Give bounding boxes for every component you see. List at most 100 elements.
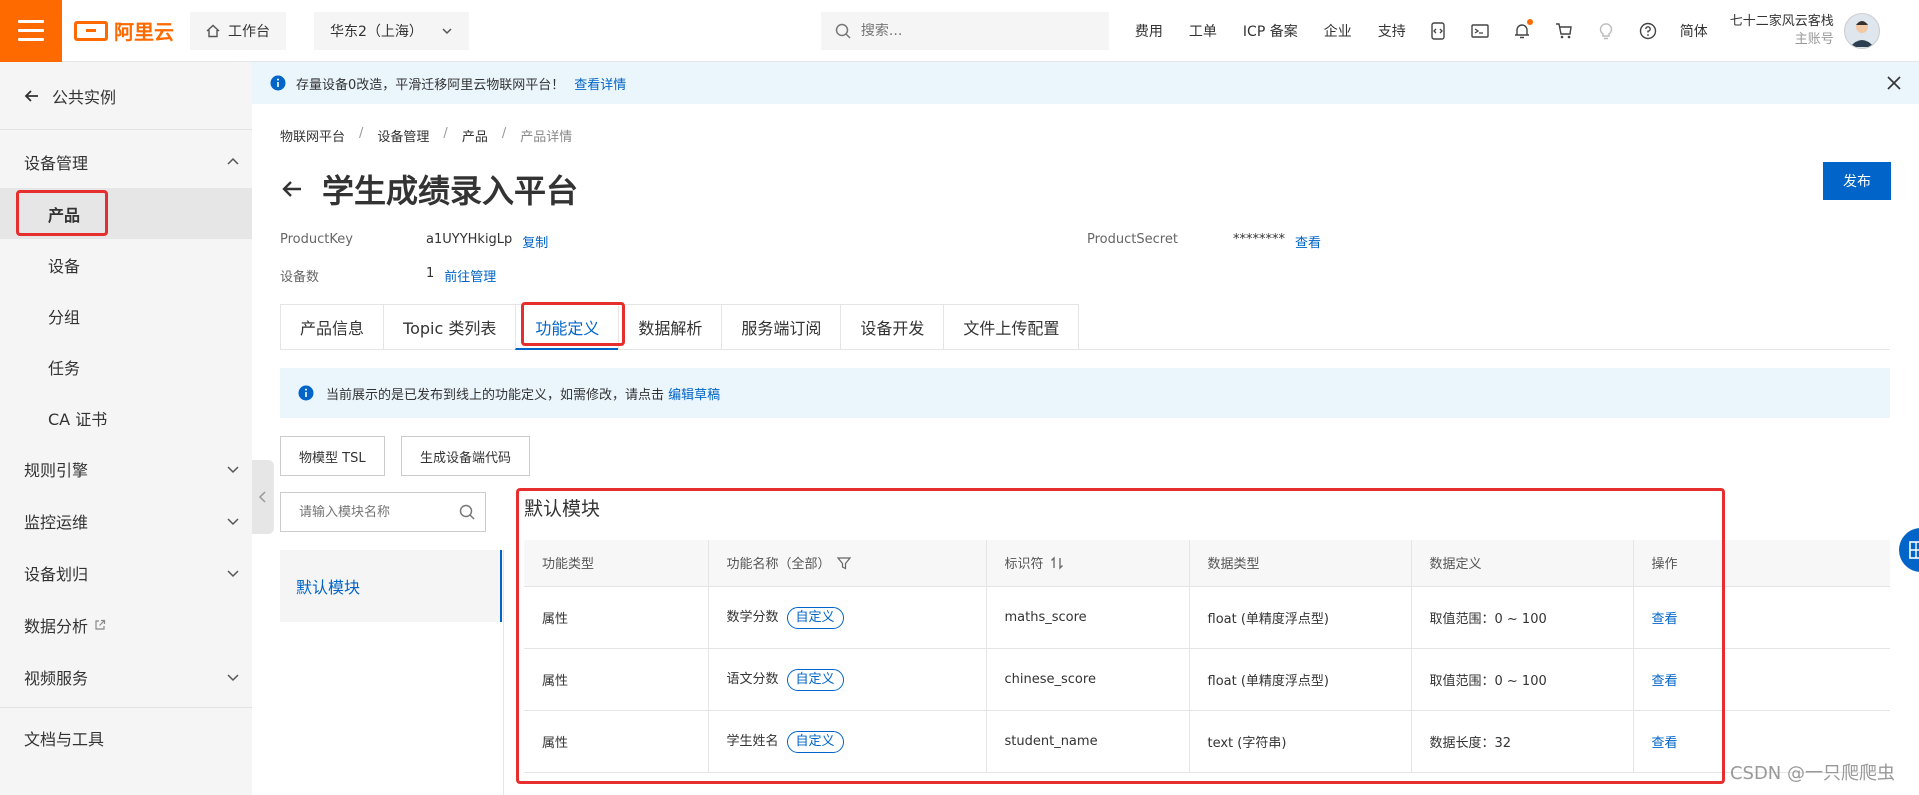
cell-type: 属性 [524,710,709,773]
sidebar-group-label-wrap: 数据分析 [24,613,106,637]
avatar[interactable] [1843,12,1880,49]
table-row: 属性 数学分数 自定义 maths_score float (单精度浮点型) 取值… [524,586,1890,649]
sidebar-group-video[interactable]: 视频服务 [0,651,252,703]
notice-link[interactable]: 查看详情 [574,74,626,93]
breadcrumb: 物联网平台 / 设备管理 / 产品 / 产品详情 [280,126,572,145]
cell-name-text: 数学分数 [726,609,779,625]
sidebar-item-ca-cert[interactable]: CA 证书 [0,392,252,443]
module-title: 默认模块 [524,498,601,520]
sidebar-group-rule-engine[interactable]: 规则引擎 [0,443,252,495]
chevron-down-icon [442,27,452,34]
tsl-button[interactable]: 物模型 TSL [280,436,385,476]
tab-device-development[interactable]: 设备开发 [840,304,944,350]
module-item-default[interactable]: 默认模块 [280,550,502,622]
sidebar-item-task[interactable]: 任务 [0,341,252,392]
close-icon[interactable] [1885,74,1903,92]
logo[interactable]: 阿里云 [74,16,174,45]
breadcrumb-separator: / [501,126,507,141]
sort-icon[interactable] [1050,556,1064,570]
sidebar-group-device-management[interactable]: 设备管理 [0,136,252,188]
back-arrow-icon[interactable] [280,177,304,201]
breadcrumb-iot[interactable]: 物联网平台 [280,126,345,145]
cell-action: 查看 [1633,586,1890,649]
help-icon[interactable] [1638,21,1658,41]
info-text-body: 当前展示的是已发布到线上的功能定义，如需修改，请点击 [326,387,665,403]
lightbulb-icon[interactable] [1596,21,1616,41]
grid-icon [1909,541,1919,559]
tab-product-info[interactable]: 产品信息 [280,304,384,350]
cell-definition: 取值范围：0 ~ 100 [1411,586,1634,649]
view-link[interactable]: 查看 [1652,674,1678,689]
sidebar: 公共实例 设备管理 产品 设备 分组 任务 CA 证书 规则引擎 监控运维 设备… [0,62,252,795]
nav-icp[interactable]: ICP 备案 [1243,21,1298,41]
breadcrumb-current: 产品详情 [520,130,573,145]
module-search-box[interactable] [280,492,486,532]
edit-draft-link[interactable]: 编辑草稿 [668,388,720,403]
column-header-identifier[interactable]: 标识符 [986,540,1190,587]
breadcrumb-product[interactable]: 产品 [462,126,488,145]
sidebar-group-data-analysis[interactable]: 数据分析 [0,599,252,651]
back-to-public-instance[interactable]: 公共实例 [0,62,252,130]
cell-identifier: student_name [986,710,1190,773]
sidebar-docs-tools[interactable]: 文档与工具 [0,712,252,764]
view-link[interactable]: 查看 [1652,612,1678,627]
sidebar-item-label: CA 证书 [48,409,108,429]
sidebar-group-label: 文档与工具 [24,730,105,749]
terminal-icon[interactable] [1470,21,1490,41]
sidebar-item-label: 任务 [48,358,81,378]
sidebar-group-label: 视频服务 [24,669,89,688]
module-search-input[interactable] [299,504,449,520]
cell-definition: 数据长度：32 [1411,710,1634,773]
device-count-label: 设备数 [280,270,320,285]
cell-type: 属性 [524,648,709,711]
watermark: CSDN @一只爬爬虫 [1729,763,1895,784]
cart-icon[interactable] [1554,21,1574,41]
nav-billing[interactable]: 费用 [1135,21,1163,41]
tab-topic-list[interactable]: Topic 类列表 [383,304,516,350]
breadcrumb-device-mgmt[interactable]: 设备管理 [377,126,429,145]
language-toggle[interactable]: 简体 [1680,21,1708,41]
account-info[interactable]: 七十二家风云客栈 主账号 [1730,13,1834,49]
tab-function-definition[interactable]: 功能定义 [515,304,619,350]
sidebar-item-group[interactable]: 分组 [0,290,252,341]
menu-icon[interactable] [0,0,62,62]
view-link[interactable]: 查看 [1652,736,1678,751]
nav-enterprise[interactable]: 企业 [1324,21,1352,41]
view-secret-link[interactable]: 查看 [1295,232,1321,251]
search-input[interactable] [860,22,1081,39]
sidebar-group-device-assign[interactable]: 设备划归 [0,547,252,599]
floating-grid-button[interactable] [1899,528,1919,572]
copy-link[interactable]: 复制 [522,232,548,251]
region-selector[interactable]: 华东2（上海） [314,11,469,50]
tab-file-upload-config[interactable]: 文件上传配置 [943,304,1080,350]
filter-icon[interactable] [836,556,851,570]
column-header-type: 功能类型 [524,540,709,587]
sidebar-item-device[interactable]: 设备 [0,239,252,290]
search-box[interactable] [820,11,1109,50]
tab-data-parsing[interactable]: 数据解析 [618,304,722,350]
sidebar-collapse-handle[interactable] [252,460,274,534]
nav-tickets[interactable]: 工单 [1189,21,1217,41]
search-icon[interactable] [459,504,475,520]
manage-link[interactable]: 前往管理 [444,266,496,285]
bell-icon[interactable] [1512,18,1533,41]
column-header-name-label: 功能名称（全部） [726,557,831,573]
code-icon[interactable] [1428,21,1448,41]
publish-button[interactable]: 发布 [1823,162,1891,200]
product-key-value: a1UYYHkigLp [426,232,513,247]
tab-server-subscription[interactable]: 服务端订阅 [721,304,841,350]
sidebar-item-product[interactable]: 产品 [0,188,252,239]
product-secret-value: ******** [1233,232,1285,247]
notice-text: 存量设备0改造，平滑迁移阿里云物联网平台！ [296,77,565,93]
column-header-identifier-label: 标识符 [1004,557,1044,573]
generate-code-button[interactable]: 生成设备端代码 [401,436,531,476]
column-header-name[interactable]: 功能名称（全部） [708,540,987,587]
function-table: 功能类型 功能名称（全部） 标识符 数据类型 数据定义 操作 属性 数学分数 自… [524,540,1890,773]
workbench-button[interactable]: 工作台 [190,11,286,50]
sidebar-item-label: 分组 [48,307,81,327]
sidebar-group-label: 数据分析 [24,617,89,636]
sidebar-group-monitoring[interactable]: 监控运维 [0,495,252,547]
custom-tag: 自定义 [786,730,844,753]
nav-support[interactable]: 支持 [1378,21,1406,41]
page-title: 学生成绩录入平台 [322,172,579,210]
